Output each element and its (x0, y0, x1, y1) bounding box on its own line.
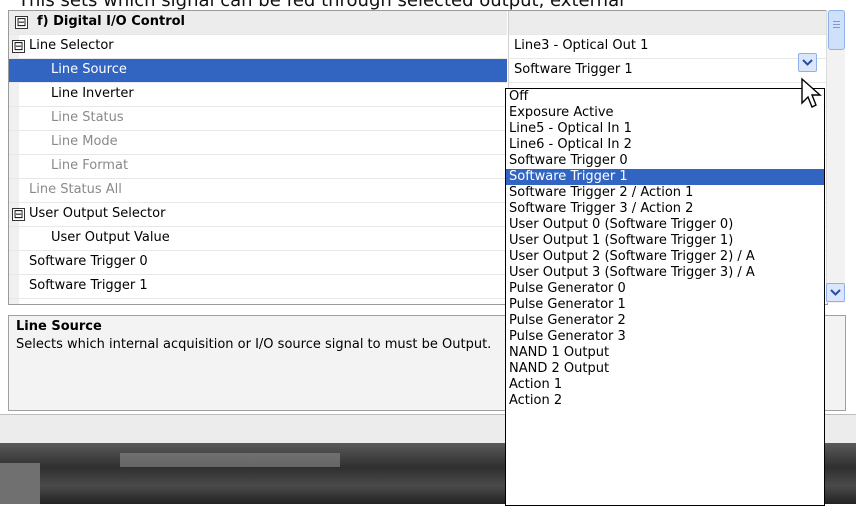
property-value: Software Trigger 1 (514, 62, 633, 77)
property-row[interactable]: ⊟ Line Selector Line3 - Optical Out 1 (9, 35, 827, 59)
property-label: Line Status (51, 110, 124, 125)
property-name-cell[interactable]: ⊟ f) Digital I/O Control (9, 11, 507, 35)
property-value-cell[interactable] (508, 11, 827, 35)
property-value: Line3 - Optical Out 1 (514, 38, 649, 53)
dropdown-option[interactable]: Line6 - Optical In 2 (506, 137, 824, 153)
dropdown-option[interactable]: Exposure Active (506, 105, 824, 121)
dropdown-option[interactable]: Software Trigger 0 (506, 153, 824, 169)
preview-shape (0, 463, 40, 504)
grip-icon (833, 21, 840, 22)
property-label: Line Selector (29, 38, 114, 53)
property-label: Line Source (51, 62, 127, 77)
scrollbar-thumb[interactable] (828, 10, 845, 50)
preview-shape (120, 453, 340, 467)
dropdown-option[interactable]: Pulse Generator 3 (506, 329, 824, 345)
property-name-cell[interactable]: Software Trigger 0 (9, 251, 507, 275)
dropdown-option[interactable]: User Output 1 (Software Trigger 1) (506, 233, 824, 249)
collapse-icon[interactable]: ⊟ (15, 16, 28, 29)
dropdown-option[interactable]: Software Trigger 2 / Action 1 (506, 185, 824, 201)
property-label: User Output Selector (29, 206, 166, 221)
property-label: Line Inverter (51, 86, 134, 101)
property-label: Software Trigger 0 (29, 254, 148, 269)
property-label: Line Format (51, 158, 129, 173)
grid-scrollbar[interactable] (826, 10, 845, 303)
chevron-down-icon (802, 59, 813, 66)
dropdown-option[interactable]: User Output 3 (Software Trigger 3) / A (506, 265, 824, 281)
dropdown-option[interactable]: Line5 - Optical In 1 (506, 121, 824, 137)
dropdown-option[interactable]: Software Trigger 3 / Action 2 (506, 201, 824, 217)
property-label: Line Status All (29, 182, 122, 197)
property-name-cell[interactable]: ⊟ User Output Selector (9, 203, 507, 227)
dropdown-option[interactable]: User Output 2 (Software Trigger 2) / A (506, 249, 824, 265)
property-label: Line Mode (51, 134, 118, 149)
property-value-cell[interactable]: Software Trigger 1 (508, 59, 827, 83)
property-name-cell[interactable]: Line Mode (9, 131, 507, 155)
property-name-cell[interactable]: Line Status All (9, 179, 507, 203)
property-name-cell[interactable]: Line Source (9, 59, 507, 83)
dropdown-option[interactable]: Pulse Generator 0 (506, 281, 824, 297)
dropdown-option[interactable]: Pulse Generator 2 (506, 313, 824, 329)
collapse-icon[interactable]: ⊟ (12, 208, 25, 221)
property-label: f) Digital I/O Control (37, 14, 186, 29)
property-value-cell[interactable]: Line3 - Optical Out 1 (508, 35, 827, 59)
property-name-cell[interactable]: Line Inverter (9, 83, 507, 107)
dropdown-option[interactable]: Action 2 (506, 393, 824, 409)
property-label: User Output Value (51, 230, 170, 245)
property-name-cell[interactable]: ⊟ Line Selector (9, 35, 507, 59)
dropdown-option[interactable]: Action 1 (506, 377, 824, 393)
dropdown-option[interactable]: User Output 0 (Software Trigger 0) (506, 217, 824, 233)
description-title: Line Source (16, 319, 102, 334)
property-label: Software Trigger 1 (29, 278, 148, 293)
property-row[interactable]: Line Source Software Trigger 1 (9, 59, 827, 83)
line-source-options-list[interactable]: Off Exposure Active Line5 - Optical In 1 Li… (505, 88, 825, 506)
dropdown-option[interactable]: Pulse Generator 1 (506, 297, 824, 313)
property-name-cell[interactable]: User Output Value (9, 227, 507, 251)
chevron-down-icon (830, 289, 841, 296)
property-name-cell[interactable]: Line Format (9, 155, 507, 179)
line-source-dropdown-button[interactable] (798, 53, 817, 72)
dropdown-option[interactable]: Off (506, 89, 824, 105)
dropdown-option[interactable]: NAND 1 Output (506, 345, 824, 361)
scroll-down-button[interactable] (826, 283, 845, 302)
dropdown-option[interactable]: NAND 2 Output (506, 361, 824, 377)
mouse-pointer-icon (801, 77, 822, 108)
property-name-cell[interactable]: Line Status (9, 107, 507, 131)
property-name-cell[interactable]: Software Trigger 1 (9, 275, 507, 299)
collapse-icon[interactable]: ⊟ (12, 40, 25, 53)
dropdown-option[interactable]: Software Trigger 1 (506, 169, 824, 185)
property-row[interactable]: ⊟ f) Digital I/O Control (9, 11, 827, 35)
description-text: Selects which internal acquisition or I/… (16, 337, 492, 352)
